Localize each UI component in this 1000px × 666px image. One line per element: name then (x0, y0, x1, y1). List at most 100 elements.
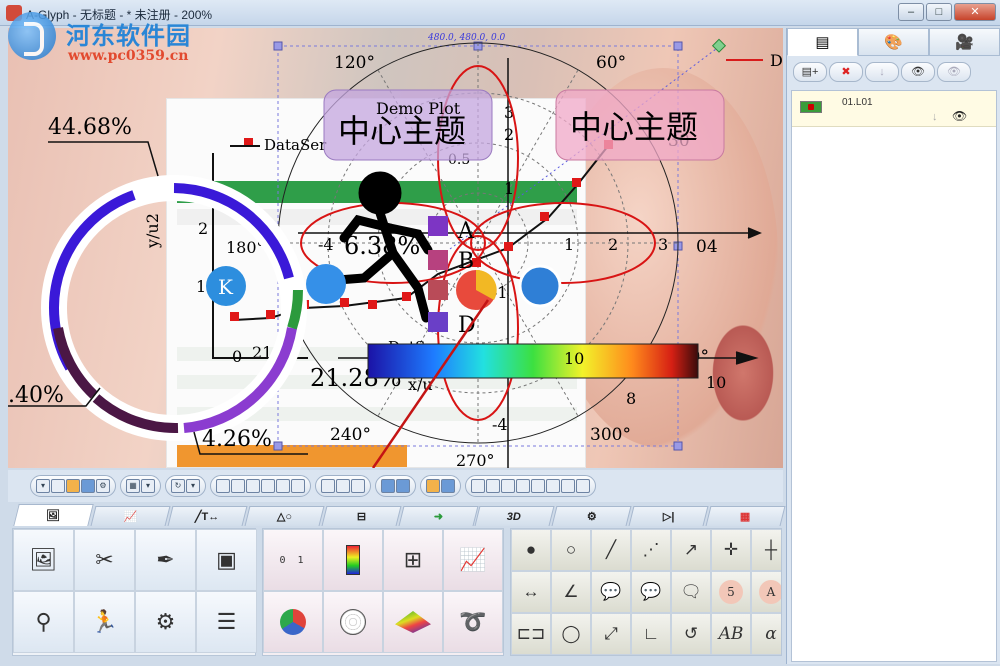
tab-3d[interactable]: 3D (474, 506, 555, 526)
plus-icon[interactable]: ┼ (751, 529, 781, 571)
tab-text[interactable]: ╱T↔ (167, 506, 248, 526)
distribute-v-icon[interactable] (336, 479, 350, 493)
align-toolbar-group (210, 475, 311, 497)
tab-effects[interactable]: ⚙ (551, 506, 632, 526)
number-badge-icon[interactable]: 5 (711, 571, 751, 613)
pen-tool-icon[interactable]: ✒ (135, 529, 196, 591)
save-icon[interactable] (81, 479, 95, 493)
text-ab-icon[interactable]: AB (711, 613, 751, 655)
delete-layer-icon[interactable]: ✖ (829, 62, 863, 82)
greek-alpha-icon[interactable]: α (751, 613, 781, 655)
category-tabs: 🖼 📈 ╱T↔ △○ ⊟ ➜ 3D ⚙ ▷| ▦ (8, 502, 786, 526)
letter-a: A (457, 219, 475, 244)
drawing-canvas[interactable]: D 480.0, 480.0, 0.0 120° 60° 30 180° 04 … (8, 28, 783, 468)
tab-charts[interactable]: 📈 (90, 506, 171, 526)
color-bar-icon[interactable] (323, 529, 383, 591)
maximize-button[interactable]: □ (926, 3, 952, 21)
show-layer-icon[interactable]: 👁 (901, 62, 935, 82)
align-right-icon[interactable] (246, 479, 260, 493)
settings-gear-icon[interactable]: ⚙ (96, 479, 110, 493)
grid-icon[interactable]: ▦ (126, 479, 140, 493)
rotate-icon[interactable]: ↻ (171, 479, 185, 493)
hide-layer-icon[interactable]: 👁 (937, 62, 971, 82)
send-back-icon[interactable] (441, 479, 455, 493)
align-middle-icon[interactable] (276, 479, 290, 493)
stretch-icon[interactable] (576, 479, 590, 493)
layer-arrow-icon[interactable]: ↓ (932, 111, 938, 123)
close-button[interactable]: ✕ (954, 3, 996, 21)
dashed-line-icon[interactable]: ⋰ (631, 529, 671, 571)
circle-point-icon[interactable]: ○ (551, 529, 591, 571)
radar-chart-icon[interactable] (323, 591, 383, 653)
line-icon[interactable]: ╱ (591, 529, 631, 571)
same-width-icon[interactable] (471, 479, 485, 493)
dot-icon[interactable]: ● (511, 529, 551, 571)
letter-badge-icon[interactable]: A (751, 571, 781, 613)
double-arrow-icon[interactable]: ⤢ (591, 613, 631, 655)
angle-icon[interactable]: ∠ (551, 571, 591, 613)
tab-palette-icon[interactable]: 🎨 (858, 28, 929, 56)
brain-gear-icon[interactable]: ⚙ (135, 591, 196, 653)
circle-icon[interactable]: ◯ (551, 613, 591, 655)
x-tick-2: 2 (608, 235, 618, 254)
distribute-h-icon[interactable] (321, 479, 335, 493)
dimension-icon[interactable]: ↔ (511, 571, 551, 613)
callout-icon[interactable]: 💬 (591, 571, 631, 613)
ring-label-top: 44.68% (48, 115, 132, 140)
tab-images[interactable]: 🖼 (13, 504, 94, 526)
grid-menu-icon[interactable]: ▾ (141, 479, 155, 493)
3d-cube-icon[interactable]: ▣ (196, 529, 257, 591)
spiral-icon[interactable]: ➰ (443, 591, 503, 653)
tab-arrows[interactable]: ➜ (398, 506, 478, 526)
arrow-line-icon[interactable]: ↗ (671, 529, 711, 571)
space-v-icon[interactable] (516, 479, 530, 493)
pie-chart-icon[interactable] (263, 591, 323, 653)
window-controls: – □ ✕ (898, 3, 996, 21)
distribute-menu-icon[interactable] (351, 479, 365, 493)
add-layer-button[interactable]: ▤+ (793, 62, 827, 82)
minimize-button[interactable]: – (898, 3, 924, 21)
list-structure-icon[interactable]: ☰ (196, 591, 257, 653)
crosshair-icon[interactable]: ✛ (711, 529, 751, 571)
same-height-icon[interactable] (486, 479, 500, 493)
flip-v-icon[interactable] (396, 479, 410, 493)
runner-icon[interactable]: 🏃 (74, 591, 135, 653)
open-folder-icon[interactable] (66, 479, 80, 493)
rotate-menu-icon[interactable]: ▾ (186, 479, 200, 493)
line-chart-icon[interactable]: 📈 (443, 529, 503, 591)
magnet-icon[interactable]: ⚲ (13, 591, 74, 653)
axis-scale-icon[interactable]: 0 1 (263, 529, 323, 591)
flip-h-icon[interactable] (381, 479, 395, 493)
align-center-icon[interactable] (231, 479, 245, 493)
split-box-icon[interactable]: ⊏⊐ (511, 613, 551, 655)
tab-layers-icon[interactable]: ▤ (787, 28, 858, 56)
layer-eye-icon[interactable]: 👁 (952, 109, 967, 123)
vector-field-icon[interactable]: ⊞ (383, 529, 443, 591)
new-menu-icon[interactable]: ▾ (36, 479, 50, 493)
callout-oval-icon[interactable]: 🗨 (671, 571, 711, 613)
layer-row[interactable]: 01.L01 ↓ 👁 (792, 91, 996, 127)
tab-misc[interactable]: ▦ (705, 506, 786, 526)
center-v-icon[interactable] (546, 479, 560, 493)
tab-circuit[interactable]: ▷| (628, 506, 709, 526)
space-h-icon[interactable] (501, 479, 515, 493)
align-left-icon[interactable] (216, 479, 230, 493)
fit-icon[interactable] (561, 479, 575, 493)
tab-shapes[interactable]: △○ (244, 506, 325, 526)
drawing-primitives-palette: ● ○ ╱ ⋰ ↗ ✛ ┼ ↔ ∠ 💬 💬 🗨 5 A ⊏⊐ ◯ ⤢ ∟ ↺ A… (510, 528, 782, 656)
align-bottom-icon[interactable] (291, 479, 305, 493)
center-h-icon[interactable] (531, 479, 545, 493)
scissors-icon[interactable]: ✂ (74, 529, 135, 591)
surface-plot-icon[interactable] (383, 591, 443, 653)
callout-round-icon[interactable]: 💬 (631, 571, 671, 613)
arc-arrow-icon[interactable]: ↺ (671, 613, 711, 655)
tab-camera-icon[interactable]: 🎥 (929, 28, 1000, 56)
insert-image-icon[interactable]: 🖼 (13, 529, 74, 591)
move-down-icon[interactable]: ↓ (865, 62, 899, 82)
status-bar (8, 656, 783, 666)
right-angle-icon[interactable]: ∟ (631, 613, 671, 655)
new-file-icon[interactable] (51, 479, 65, 493)
bring-front-icon[interactable] (426, 479, 440, 493)
tab-flow[interactable]: ⊟ (321, 506, 402, 526)
align-top-icon[interactable] (261, 479, 275, 493)
